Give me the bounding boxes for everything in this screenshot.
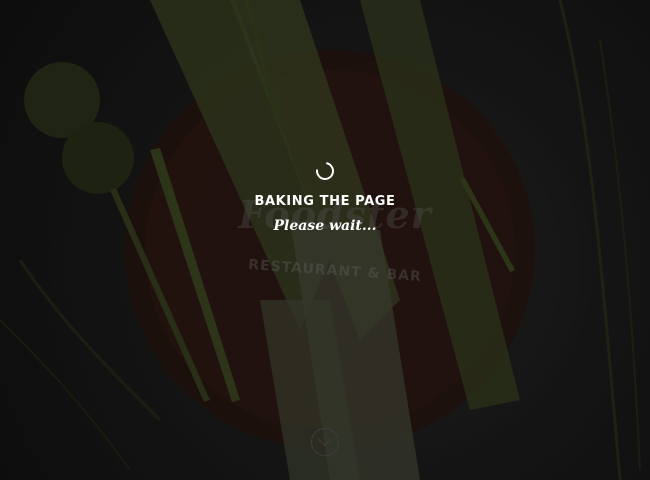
scroll-down-button[interactable] [311,428,339,456]
loader-title: BAKING THE PAGE [254,194,396,209]
chevron-down-icon [318,433,331,446]
page-loader: BAKING THE PAGE Please wait... [0,0,650,480]
loading-spinner-icon [312,158,338,184]
loader-subtitle: Please wait... [273,218,377,234]
